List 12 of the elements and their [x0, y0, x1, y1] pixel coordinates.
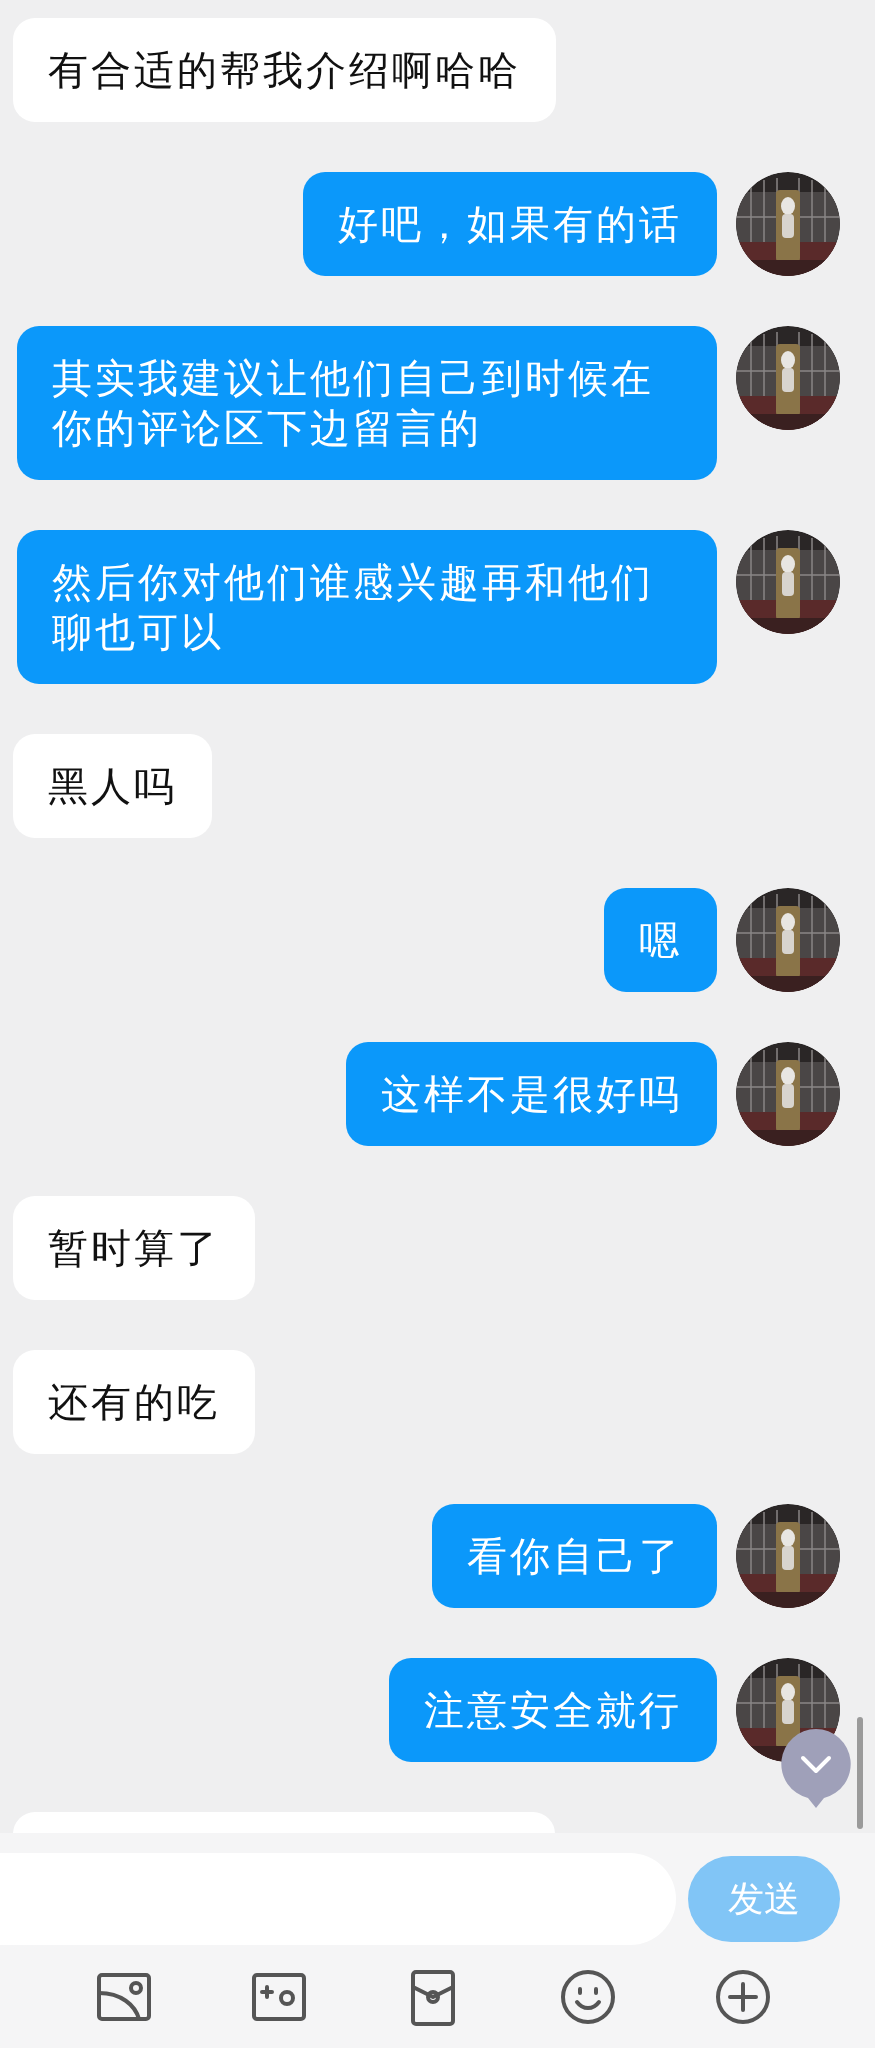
message-bubble: 然后你对他们谁感兴趣再和他们聊也可以 [17, 530, 717, 684]
message-bubble: 注意安全就行 [389, 1658, 717, 1762]
message-bubble: 有合适的帮我介绍啊哈哈 [13, 18, 556, 122]
message-bubble: 其实我建议让他们自己到时候在你的评论区下边留言的 [17, 326, 717, 480]
message-bubble: 这样不是很好吗 [346, 1042, 717, 1146]
message-bubble: 嗯 [604, 888, 717, 992]
message-bubble: 还有的吃 [13, 1350, 255, 1454]
message-bubble: 暂时算了 [13, 1196, 255, 1300]
scrollbar[interactable] [857, 1717, 863, 1829]
message-bubble: 看你自己了 [432, 1504, 717, 1608]
message-bubble: 黑人吗 [13, 734, 212, 838]
message-bubble: 好吧，如果有的话 [303, 172, 717, 276]
